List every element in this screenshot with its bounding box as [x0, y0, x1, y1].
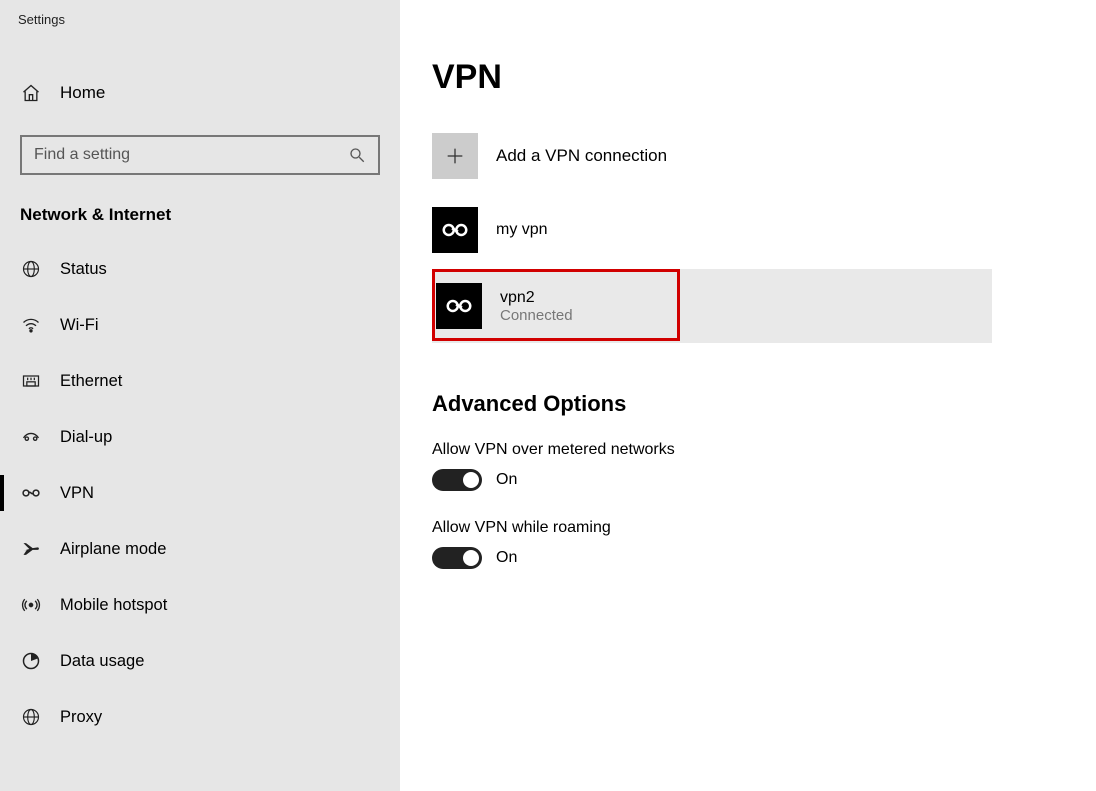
- search-placeholder: Find a setting: [34, 146, 130, 164]
- window-title: Settings: [0, 0, 400, 27]
- sidebar-item-proxy[interactable]: Proxy: [0, 689, 400, 745]
- sidebar-nav: Status Wi-Fi Ethernet: [0, 241, 400, 745]
- sidebar: Settings Home Find a setting Network & I…: [0, 0, 400, 791]
- page-title: VPN: [432, 58, 1096, 97]
- setting-label: Allow VPN while roaming: [432, 519, 1096, 537]
- sidebar-item-label: VPN: [60, 484, 94, 503]
- vpn-tile-icon: [436, 283, 482, 329]
- vpn-name: my vpn: [496, 221, 548, 239]
- vpn-state: Connected: [500, 307, 573, 324]
- sidebar-item-label: Proxy: [60, 708, 102, 727]
- toggle-roaming[interactable]: [432, 547, 482, 569]
- sidebar-item-label: Ethernet: [60, 372, 122, 391]
- hotspot-icon: [20, 595, 42, 615]
- add-vpn-label: Add a VPN connection: [496, 146, 667, 166]
- sidebar-item-airplane[interactable]: Airplane mode: [0, 521, 400, 577]
- plus-icon: [432, 133, 478, 179]
- search-input[interactable]: Find a setting: [20, 135, 380, 175]
- home-icon: [20, 83, 42, 103]
- main-panel: VPN Add a VPN connection my vpn: [400, 0, 1096, 791]
- vpn-name: vpn2: [500, 289, 573, 307]
- setting-label: Allow VPN over metered networks: [432, 441, 1096, 459]
- sidebar-item-label: Mobile hotspot: [60, 596, 167, 615]
- proxy-icon: [20, 707, 42, 727]
- advanced-title: Advanced Options: [432, 391, 1096, 417]
- toggle-state: On: [496, 471, 517, 489]
- sidebar-item-wifi[interactable]: Wi-Fi: [0, 297, 400, 353]
- airplane-icon: [20, 539, 42, 559]
- datausage-icon: [20, 651, 42, 671]
- wifi-icon: [20, 315, 42, 335]
- vpn-item[interactable]: my vpn: [432, 207, 1096, 253]
- sidebar-item-ethernet[interactable]: Ethernet: [0, 353, 400, 409]
- ethernet-icon: [20, 371, 42, 391]
- search-icon: [348, 146, 366, 164]
- home-label: Home: [60, 83, 105, 103]
- add-vpn-button[interactable]: Add a VPN connection: [432, 133, 1096, 179]
- globe-icon: [20, 259, 42, 279]
- setting-roaming: Allow VPN while roaming On: [432, 519, 1096, 569]
- sidebar-item-dialup[interactable]: Dial-up: [0, 409, 400, 465]
- sidebar-item-hotspot[interactable]: Mobile hotspot: [0, 577, 400, 633]
- sidebar-item-label: Data usage: [60, 652, 144, 671]
- sidebar-item-label: Dial-up: [60, 428, 112, 447]
- setting-metered: Allow VPN over metered networks On: [432, 441, 1096, 491]
- category-title: Network & Internet: [0, 175, 400, 241]
- vpn-icon: [20, 483, 42, 503]
- vpn-item-selected[interactable]: vpn2 Connected: [432, 269, 992, 343]
- vpn-tile-icon: [432, 207, 478, 253]
- toggle-state: On: [496, 549, 517, 567]
- sidebar-item-datausage[interactable]: Data usage: [0, 633, 400, 689]
- home-button[interactable]: Home: [0, 73, 400, 113]
- sidebar-item-label: Wi-Fi: [60, 316, 98, 335]
- dialup-icon: [20, 427, 42, 447]
- toggle-metered[interactable]: [432, 469, 482, 491]
- sidebar-item-status[interactable]: Status: [0, 241, 400, 297]
- sidebar-item-label: Airplane mode: [60, 540, 166, 559]
- sidebar-item-label: Status: [60, 260, 107, 279]
- sidebar-item-vpn[interactable]: VPN: [0, 465, 400, 521]
